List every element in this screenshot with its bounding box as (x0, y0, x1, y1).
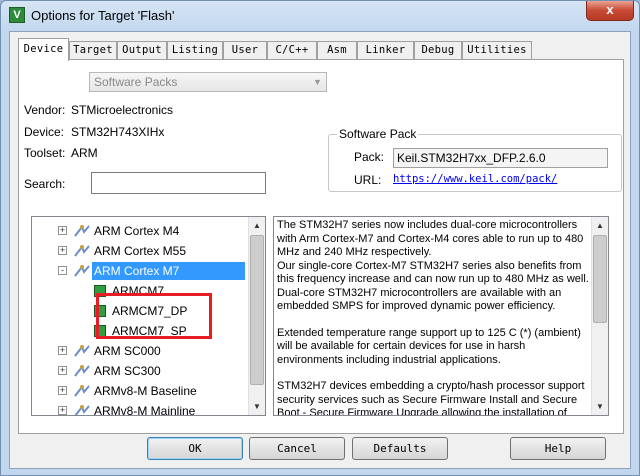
red-annotation-box (96, 293, 212, 339)
tab-debug[interactable]: Debug (414, 41, 462, 60)
cpu-node-icon (74, 405, 90, 415)
cpu-node-icon (74, 225, 90, 237)
tab-linker[interactable]: Linker (357, 41, 414, 60)
vendor-value: STMicroelectronics (71, 103, 174, 117)
chevron-down-icon: ▼ (313, 77, 322, 87)
expand-icon[interactable]: + (58, 246, 67, 255)
keil-app-icon: V (9, 7, 25, 23)
software-pack-title: Software Pack (337, 127, 419, 141)
cpu-node-icon (74, 345, 90, 357)
cpu-node-icon (74, 365, 90, 377)
expand-icon[interactable]: + (58, 406, 67, 415)
device-label: Device: (24, 125, 65, 139)
expand-icon[interactable]: + (58, 386, 67, 395)
cpu-node-icon (74, 265, 90, 277)
dialog-window: V Options for Target 'Flash' x Device Ta… (0, 0, 640, 476)
device-tree[interactable]: + ARM Cortex M4 + ARM Cortex M55 - ARM C… (31, 216, 266, 416)
description-scrollbar[interactable]: ▲ ▼ (591, 217, 608, 415)
device-description[interactable]: The STM32H7 series now includes dual-cor… (273, 216, 609, 416)
toolset-value: ARM (71, 146, 98, 160)
tree-item-cortex-m7[interactable]: - ARM Cortex M7 (32, 261, 247, 281)
url-label: URL: (354, 173, 382, 187)
device-value: STM32H743XIHx (71, 125, 165, 139)
close-button[interactable]: x (586, 1, 634, 21)
pack-url-link[interactable]: https://www.keil.com/pack/ (393, 173, 557, 185)
description-paragraph: The STM32H7 series now includes dual-cor… (277, 219, 584, 258)
tree-item-label: ARM Cortex M4 (94, 224, 180, 238)
vendor-label: Vendor: (24, 103, 66, 117)
window-title: Options for Target 'Flash' (31, 8, 175, 23)
search-input[interactable] (91, 172, 266, 194)
tab-target[interactable]: Target (69, 41, 117, 60)
dialog-client-area: Device Target Output Listing User C/C++ … (9, 31, 631, 469)
software-pack-group: Software Pack Pack: Keil.STM32H7xx_DFP.2… (328, 127, 622, 192)
tree-scrollbar[interactable]: ▲ ▼ (248, 217, 265, 415)
tab-cc[interactable]: C/C++ (267, 41, 317, 60)
expand-icon[interactable]: + (58, 226, 67, 235)
expand-icon[interactable]: + (58, 366, 67, 375)
tab-asm[interactable]: Asm (317, 41, 357, 60)
tree-item-cortex-m4[interactable]: + ARM Cortex M4 (32, 221, 247, 241)
tab-user[interactable]: User (223, 41, 267, 60)
scroll-down-icon[interactable]: ▼ (592, 398, 608, 415)
scroll-thumb[interactable] (250, 235, 264, 385)
tree-item-label: ARM SC000 (94, 344, 161, 358)
tab-utilities[interactable]: Utilities (462, 41, 532, 60)
description-paragraph: Extended temperature range support up to… (277, 326, 581, 366)
description-paragraph: Our single-core Cortex-M7 STM32H7 series… (277, 259, 589, 286)
tab-output[interactable]: Output (117, 41, 167, 60)
description-text: The STM32H7 series now includes dual-cor… (277, 219, 589, 416)
search-label: Search: (24, 177, 66, 191)
collapse-icon[interactable]: - (58, 266, 67, 275)
tree-item-label: ARM Cortex M7 (92, 262, 245, 280)
description-paragraph: Dual-core STM32H7 microcontrollers are a… (277, 286, 562, 313)
defaults-button[interactable]: Defaults (352, 437, 448, 460)
pack-label: Pack: (354, 150, 385, 164)
tab-device[interactable]: Device (18, 38, 69, 61)
device-database-value: Software Packs (94, 75, 178, 89)
cpu-node-icon (74, 245, 90, 257)
cpu-node-icon (74, 385, 90, 397)
title-bar[interactable]: V Options for Target 'Flash' x (1, 1, 639, 31)
tab-listing[interactable]: Listing (167, 41, 223, 60)
tree-item-armv8m-baseline[interactable]: + ARMv8-M Baseline (32, 381, 247, 401)
device-panel: Software Packs ▼ Vendor: STMicroelectron… (18, 59, 624, 434)
tree-item-label: ARMv8-M Mainline (94, 404, 196, 416)
tree-item-sc000[interactable]: + ARM SC000 (32, 341, 247, 361)
scroll-thumb[interactable] (593, 235, 607, 323)
tree-item-label: ARM SC300 (94, 364, 161, 378)
device-database-combo: Software Packs ▼ (89, 72, 327, 92)
help-button[interactable]: Help (510, 437, 606, 460)
description-paragraph: STM32H7 devices embedding a crypto/hash … (277, 380, 585, 416)
scroll-up-icon[interactable]: ▲ (249, 217, 265, 234)
scroll-down-icon[interactable]: ▼ (249, 398, 265, 415)
scroll-up-icon[interactable]: ▲ (592, 217, 608, 234)
tree-item-armv8m-mainline[interactable]: + ARMv8-M Mainline (32, 401, 247, 416)
pack-field: Keil.STM32H7xx_DFP.2.6.0 (393, 148, 608, 168)
expand-icon[interactable]: + (58, 346, 67, 355)
tree-item-sc300[interactable]: + ARM SC300 (32, 361, 247, 381)
toolset-label: Toolset: (24, 146, 66, 160)
tree-item-cortex-m55[interactable]: + ARM Cortex M55 (32, 241, 247, 261)
cancel-button-page[interactable]: Cancel (249, 437, 345, 460)
tree-item-label: ARMv8-M Baseline (94, 384, 197, 398)
ok-button-page[interactable]: OK (147, 437, 243, 460)
tree-item-label: ARM Cortex M55 (94, 244, 187, 258)
